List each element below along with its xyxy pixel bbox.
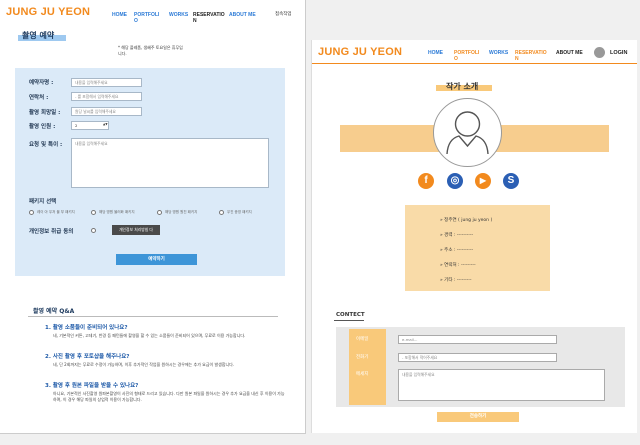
qa-answer-3: 아니요, 기본적인 사진촬영 원파본촬영이 사진의 형태로 드리고 있습니다. … xyxy=(53,391,285,402)
right-nav-about[interactable]: ABOUT ME xyxy=(556,50,588,56)
reservation-notice: * 해당 플레폼, 생혜주 토요일은 휴무입니다. xyxy=(118,45,183,56)
date-input[interactable]: 원당 날씨를 입력해주세요 xyxy=(71,107,142,116)
privacy-checkbox[interactable] xyxy=(91,228,96,233)
request-textarea[interactable]: 내용을 입력해주세요 xyxy=(71,138,269,188)
info-line-career: » 경력 : ---------- xyxy=(440,233,474,238)
info-line-etc: » 기타 : --------- xyxy=(440,278,472,283)
right-nav-home[interactable]: HOME xyxy=(428,50,448,56)
right-page-title: 작가 소개 xyxy=(446,82,479,91)
date-label: 촬영 희망일 : xyxy=(29,110,61,116)
right-nav-portfolio[interactable]: PORTFOLI O xyxy=(454,50,480,62)
login-avatar-icon[interactable] xyxy=(594,47,605,58)
name-label: 예약자명 : xyxy=(29,80,54,86)
contact-submit-button[interactable]: 전송하기 xyxy=(437,412,519,422)
qa-item-2: 2. 사진 촬영 후 포토샵을 해주나요? 네, 단 2회까지는 무료로 수정이… xyxy=(45,352,287,368)
profile-info-box: » 정주연 ( jung ju yeon ) » 경력 : ----------… xyxy=(405,205,550,291)
package-option-1: 레이 아 우저 블 부 패키지 xyxy=(37,210,75,214)
qa-item-1: 1. 촬영 소품들이 준비되어 있나요? 네, 기본적인 커튼, 고데기, 반경… xyxy=(45,323,287,339)
package-radio-1[interactable] xyxy=(29,210,34,215)
qa-question-2: 2. 사진 촬영 후 포토샵을 해주나요? xyxy=(45,354,130,360)
info-line-phone: » 연락처 : --------- xyxy=(440,263,476,268)
phone-label: 연락처 : xyxy=(29,95,49,101)
package-radio-4[interactable] xyxy=(219,210,224,215)
contact-title-rule xyxy=(334,320,364,321)
request-label: 요청 및 특이 : xyxy=(29,142,63,148)
left-nav-about[interactable]: ABOUT ME xyxy=(229,12,259,18)
left-nav-right-link[interactable]: 접속작업 xyxy=(275,12,300,18)
right-header-rule xyxy=(312,63,637,64)
left-nav-portfolio[interactable]: PORTFOLI O xyxy=(134,12,160,24)
contact-title: CONTECT xyxy=(336,312,365,318)
right-brand-logo[interactable]: JUNG JU YEON xyxy=(318,46,402,58)
right-window: JUNG JU YEON HOME PORTFOLI O WORKS RESER… xyxy=(311,40,637,433)
facebook-icon[interactable]: f xyxy=(418,173,434,189)
package-radio-3[interactable] xyxy=(157,210,162,215)
phone-label-right: 전화기 xyxy=(356,355,369,360)
email-input[interactable]: e-mail... xyxy=(398,335,557,344)
package-option-4: 우진 종영 패키지 xyxy=(227,210,252,214)
left-brand-logo[interactable]: JUNG JU YEON xyxy=(6,6,90,18)
name-input[interactable]: 내용을 입력해주세요 xyxy=(71,78,142,87)
info-line-address: » 주소 : ---------- xyxy=(440,248,474,253)
left-nav-works[interactable]: WORKS xyxy=(169,12,189,18)
message-textarea[interactable]: 내용을 입력해주세요 xyxy=(398,369,605,401)
stepper-arrows-icon[interactable]: ▲▼ xyxy=(103,122,108,126)
package-option-2: 해당 명원 몰러화 패키지 xyxy=(99,210,135,214)
privacy-policy-button[interactable]: 개인정보 처리방침 다 xyxy=(112,225,160,235)
package-option-3: 해당 명원 원친 패키지 xyxy=(165,210,198,214)
package-radio-2[interactable] xyxy=(91,210,96,215)
message-label: 메세지 xyxy=(356,372,369,377)
reserve-submit-button[interactable]: 예약하기 xyxy=(116,254,197,265)
reservation-form-panel: 예약자명 : 내용을 입력해주세요 연락처 : - 를 포함해서 입력해주세요 … xyxy=(15,68,285,276)
phone-input-right[interactable]: - 포함해서 적어주세요 xyxy=(398,353,557,362)
left-page-title: 촬영 예약 xyxy=(22,31,55,40)
package-options: 레이 아 우저 블 부 패키지 해당 명원 몰러화 패키지 해당 명원 원친 패… xyxy=(29,209,279,217)
info-line-name: » 정주연 ( jung ju yeon ) xyxy=(440,218,493,223)
qa-question-3: 3. 촬영 후 원본 파일을 받을 수 있나요? xyxy=(45,383,139,389)
qa-question-1: 1. 촬영 소품들이 준비되어 있나요? xyxy=(45,325,128,331)
email-label: 이메일 xyxy=(356,337,369,342)
qa-title-rule xyxy=(28,316,278,317)
qa-title: 촬영 예약 Q&A xyxy=(33,308,75,315)
login-link[interactable]: LOGIN xyxy=(610,50,627,56)
left-window: JUNG JU YEON HOME PORTFOLI O WORKS RESER… xyxy=(0,0,306,434)
skype-icon[interactable]: S xyxy=(503,173,519,189)
youtube-icon[interactable]: ▶ xyxy=(475,173,491,189)
package-label: 패키지 선택 xyxy=(29,199,57,205)
person-icon xyxy=(446,111,489,155)
contact-form-panel: 이메일 e-mail... 전화기 - 포함해서 적어주세요 메세지 내용을 입… xyxy=(336,327,625,407)
profile-photo xyxy=(433,98,502,167)
qa-answer-2: 네, 단 2회까지는 무료로 수정이 가능하며, 이후 추가적인 작업을 원하시… xyxy=(53,362,235,367)
qa-item-3: 3. 촬영 후 원본 파일을 받을 수 있나요? 아니요, 기본적인 사진촬영 … xyxy=(45,381,287,402)
left-nav-home[interactable]: HOME xyxy=(112,12,132,18)
qa-answer-1: 네, 기본적인 커튼, 고데기, 반경 등 패턴들에 촬영을 할 수 있는 소품… xyxy=(53,333,246,338)
privacy-label: 개인정보 취급 동의 xyxy=(29,229,74,235)
phone-input[interactable]: - 를 포함해서 입력해주세요 xyxy=(71,92,142,101)
people-label: 촬영 인원 : xyxy=(29,124,56,130)
right-nav-works[interactable]: WORKS xyxy=(489,50,509,56)
people-value: 2 xyxy=(75,123,78,128)
instagram-icon[interactable]: ◎ xyxy=(447,173,463,189)
people-stepper[interactable]: 2 ▲▼ xyxy=(71,121,109,130)
right-nav-reservation[interactable]: RESERVATIO N xyxy=(515,50,547,62)
left-nav-reservation[interactable]: RESERVATIO N xyxy=(193,12,225,24)
